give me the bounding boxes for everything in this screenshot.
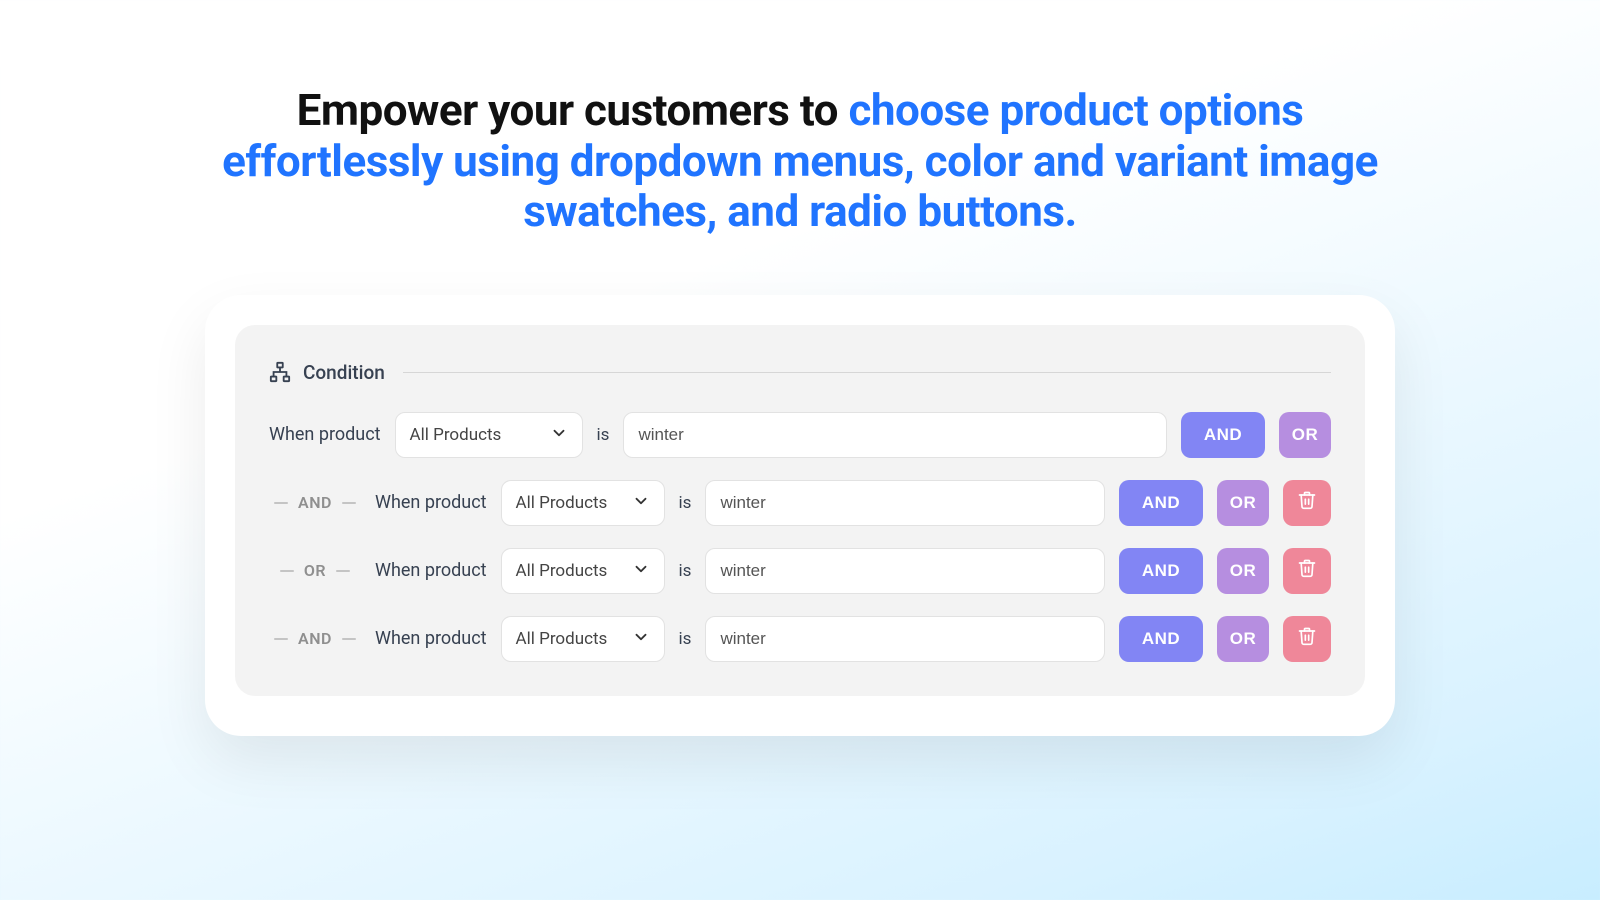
chain-operator: OR — [269, 561, 361, 580]
product-scope-select[interactable]: All Products — [501, 616, 665, 662]
page-headline: Empower your customers to choose product… — [200, 85, 1400, 237]
condition-value-input[interactable] — [705, 480, 1105, 526]
add-and-button[interactable]: AND — [1119, 548, 1203, 594]
dash-icon — [336, 570, 350, 572]
product-scope-select[interactable]: All Products — [501, 480, 665, 526]
when-product-label: When product — [269, 424, 381, 445]
chevron-down-icon — [632, 492, 650, 514]
condition-row: OR When product All Products is AND OR — [269, 548, 1331, 594]
condition-header: Condition — [269, 361, 1331, 384]
trash-icon — [1297, 626, 1317, 651]
add-or-button[interactable]: OR — [1217, 548, 1269, 594]
condition-value-input[interactable] — [705, 616, 1105, 662]
chevron-down-icon — [550, 424, 568, 446]
is-label: is — [597, 425, 610, 445]
dash-icon — [342, 502, 356, 504]
select-value: All Products — [516, 629, 608, 649]
dash-icon — [274, 502, 288, 504]
divider — [403, 372, 1331, 373]
select-value: All Products — [410, 425, 502, 445]
condition-row: When product All Products is AND OR — [269, 412, 1331, 458]
when-product-label: When product — [375, 492, 487, 513]
headline-plain: Empower your customers to — [297, 84, 849, 136]
delete-row-button[interactable] — [1283, 548, 1331, 594]
condition-panel: Condition When product All Products is A… — [235, 325, 1365, 696]
delete-row-button[interactable] — [1283, 480, 1331, 526]
when-product-label: When product — [375, 628, 487, 649]
dash-icon — [274, 638, 288, 640]
condition-value-input[interactable] — [623, 412, 1167, 458]
add-or-button[interactable]: OR — [1279, 412, 1331, 458]
condition-value-input[interactable] — [705, 548, 1105, 594]
is-label: is — [679, 493, 692, 513]
condition-title: Condition — [303, 361, 385, 384]
chain-operator: AND — [269, 493, 361, 512]
dash-icon — [342, 638, 356, 640]
condition-row: AND When product All Products is AND OR — [269, 616, 1331, 662]
chevron-down-icon — [632, 628, 650, 650]
select-value: All Products — [516, 561, 608, 581]
dash-icon — [280, 570, 294, 572]
add-and-button[interactable]: AND — [1119, 616, 1203, 662]
condition-row: AND When product All Products is AND OR — [269, 480, 1331, 526]
sitemap-icon — [269, 361, 291, 383]
is-label: is — [679, 629, 692, 649]
add-or-button[interactable]: OR — [1217, 616, 1269, 662]
is-label: is — [679, 561, 692, 581]
select-value: All Products — [516, 493, 608, 513]
trash-icon — [1297, 490, 1317, 515]
chain-operator: AND — [269, 629, 361, 648]
when-product-label: When product — [375, 560, 487, 581]
add-and-button[interactable]: AND — [1119, 480, 1203, 526]
add-or-button[interactable]: OR — [1217, 480, 1269, 526]
add-and-button[interactable]: AND — [1181, 412, 1265, 458]
product-scope-select[interactable]: All Products — [395, 412, 583, 458]
trash-icon — [1297, 558, 1317, 583]
delete-row-button[interactable] — [1283, 616, 1331, 662]
chevron-down-icon — [632, 560, 650, 582]
editor-card: Condition When product All Products is A… — [205, 295, 1395, 736]
product-scope-select[interactable]: All Products — [501, 548, 665, 594]
